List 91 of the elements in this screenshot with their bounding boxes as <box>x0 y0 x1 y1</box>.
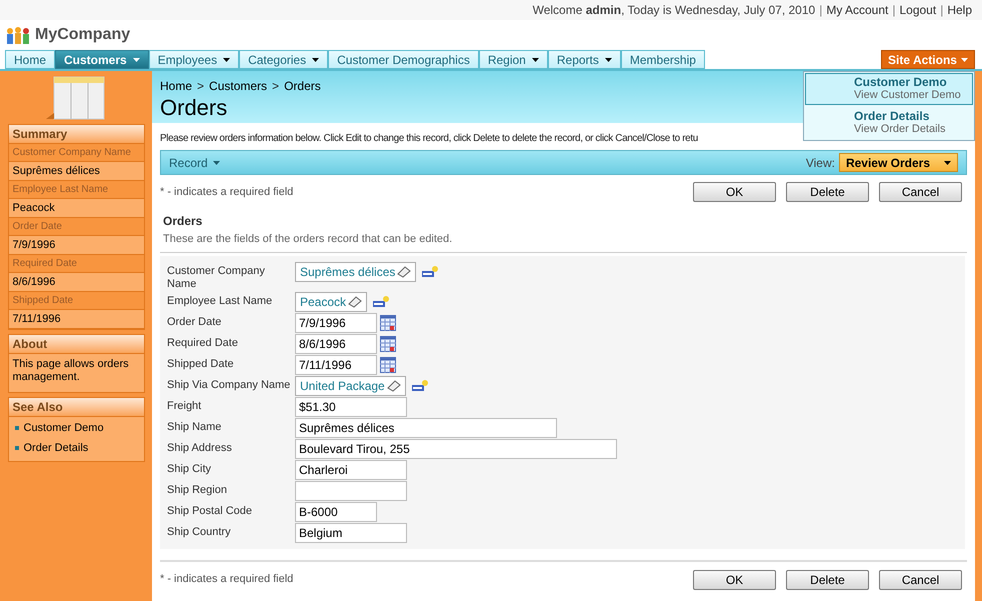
summary-label: Customer Company Name <box>8 144 144 162</box>
input-field[interactable]: 7/11/1996 <box>295 354 377 374</box>
calendar-icon[interactable] <box>380 336 396 352</box>
field-label: Required Date <box>167 336 239 350</box>
input-field[interactable]: $51.30 <box>295 396 407 416</box>
nav-tab[interactable]: Region <box>478 50 548 69</box>
lookup-field[interactable]: Peacock <box>295 292 368 312</box>
breadcrumb-separator: > <box>272 78 280 95</box>
summary-label: Order Date <box>8 218 144 236</box>
view-label: View: <box>806 154 835 172</box>
summary-label: Required Date <box>8 255 144 273</box>
field-label: Shipped Date <box>167 356 235 370</box>
new-item-icon[interactable] <box>412 380 428 392</box>
input-field[interactable]: Belgium <box>295 522 407 542</box>
menu-item[interactable]: Customer Demo View Customer Demo <box>805 73 973 105</box>
new-item-icon[interactable] <box>373 296 390 308</box>
summary-label: Employee Last Name <box>8 181 144 199</box>
field-label: Freight <box>167 398 202 412</box>
lookup-field[interactable]: United Package <box>295 376 406 396</box>
field-label: Ship Region <box>167 482 228 496</box>
separator-text: | <box>892 2 896 19</box>
section-title: Orders <box>162 213 204 230</box>
eraser-icon[interactable] <box>348 296 362 308</box>
input-field[interactable]: B-6000 <box>295 502 377 522</box>
input-field[interactable]: Charleroi <box>295 460 407 480</box>
welcome-text: Welcome admin, Today is Wednesday, July 07, 2010 <box>532 2 816 19</box>
caret-icon <box>212 160 220 164</box>
field-label: Employee Last Name <box>167 294 274 308</box>
separator-text: | <box>819 2 822 19</box>
action-button[interactable]: Cancel <box>879 570 962 590</box>
calendar-icon[interactable] <box>380 314 396 330</box>
summary-value: 7/11/1996 <box>8 310 144 329</box>
instructions-text: Please review orders information below. Click Edit to change this record, click Delete to delete the record, or click Cancel/Close to retu <box>160 132 698 146</box>
new-item-icon[interactable] <box>422 266 438 278</box>
field-label: Order Date <box>167 314 222 328</box>
input-field[interactable]: 8/6/1996 <box>295 334 377 354</box>
required-note: * - indicates a required field <box>160 184 294 200</box>
bullet-icon <box>14 446 18 450</box>
field-label: Customer Company Name <box>167 264 266 290</box>
header-link[interactable]: My Account <box>826 1 888 19</box>
field-label: Ship Address <box>167 440 233 454</box>
view-selector[interactable]: Review Orders <box>838 153 958 172</box>
see-also-link[interactable]: Order Details <box>24 440 88 456</box>
nav-tab[interactable]: Reports <box>548 50 621 69</box>
input-field[interactable] <box>295 480 407 500</box>
field-label: Ship Postal Code <box>167 504 253 518</box>
header-link[interactable]: Help <box>947 1 972 19</box>
field-label: Ship Country <box>167 524 232 538</box>
field-label: Ship City <box>167 462 212 476</box>
nav-tab[interactable]: Categories <box>239 50 328 69</box>
summary-label: Shipped Date <box>8 292 144 310</box>
field-label: Ship Via Company Name <box>167 378 292 392</box>
input-field[interactable]: 7/9/1996 <box>295 312 377 332</box>
nav-tab[interactable]: Customers <box>55 50 149 69</box>
record-menu[interactable]: Record <box>169 154 220 172</box>
lookup-field[interactable]: Suprêmes délices <box>295 262 416 282</box>
input-field[interactable]: Suprêmes délices <box>295 418 557 438</box>
company-logo-text: MyCompany <box>35 25 130 45</box>
action-button[interactable]: OK <box>693 570 776 590</box>
section-description: These are the fields of the orders record that can be edited. <box>160 231 967 252</box>
breadcrumb-item[interactable]: Home <box>160 77 192 95</box>
header-link[interactable]: Logout <box>899 1 936 19</box>
panel-title: See Also <box>8 398 144 417</box>
about-text: This page allows orders management. <box>12 357 130 385</box>
field-label: Ship Name <box>167 420 222 434</box>
eraser-icon[interactable] <box>386 380 401 392</box>
breadcrumb-item: Orders <box>284 78 321 95</box>
nav-tab[interactable]: Home <box>5 50 56 69</box>
eraser-icon[interactable] <box>397 266 412 278</box>
action-button[interactable]: OK <box>693 182 776 202</box>
panel-title: Summary <box>8 125 144 144</box>
people-logo-icon <box>5 25 31 45</box>
separator-text: | <box>940 2 944 19</box>
action-button[interactable]: Delete <box>786 182 869 202</box>
see-also-link[interactable]: Customer Demo <box>24 420 104 436</box>
caret-icon <box>960 58 968 62</box>
calendar-icon[interactable] <box>380 356 396 372</box>
input-field[interactable]: Boulevard Tirou, 255 <box>295 438 617 458</box>
nav-tab[interactable]: Membership <box>620 50 705 69</box>
page-title: Orders <box>160 95 228 121</box>
menu-item[interactable]: Order Details View Order Details <box>805 107 973 139</box>
nav-tab[interactable]: Employees <box>148 50 240 69</box>
action-button[interactable]: Delete <box>786 570 869 590</box>
caret-icon <box>944 160 951 164</box>
panel-title: About <box>8 335 144 354</box>
breadcrumb-item[interactable]: Customers <box>209 77 268 95</box>
nav-tab[interactable]: Customer Demographics <box>328 50 479 69</box>
breadcrumb-separator: > <box>197 78 204 95</box>
required-note: * - indicates a required field <box>160 572 294 588</box>
bullet-icon <box>14 426 18 430</box>
action-button[interactable]: Cancel <box>879 182 962 202</box>
